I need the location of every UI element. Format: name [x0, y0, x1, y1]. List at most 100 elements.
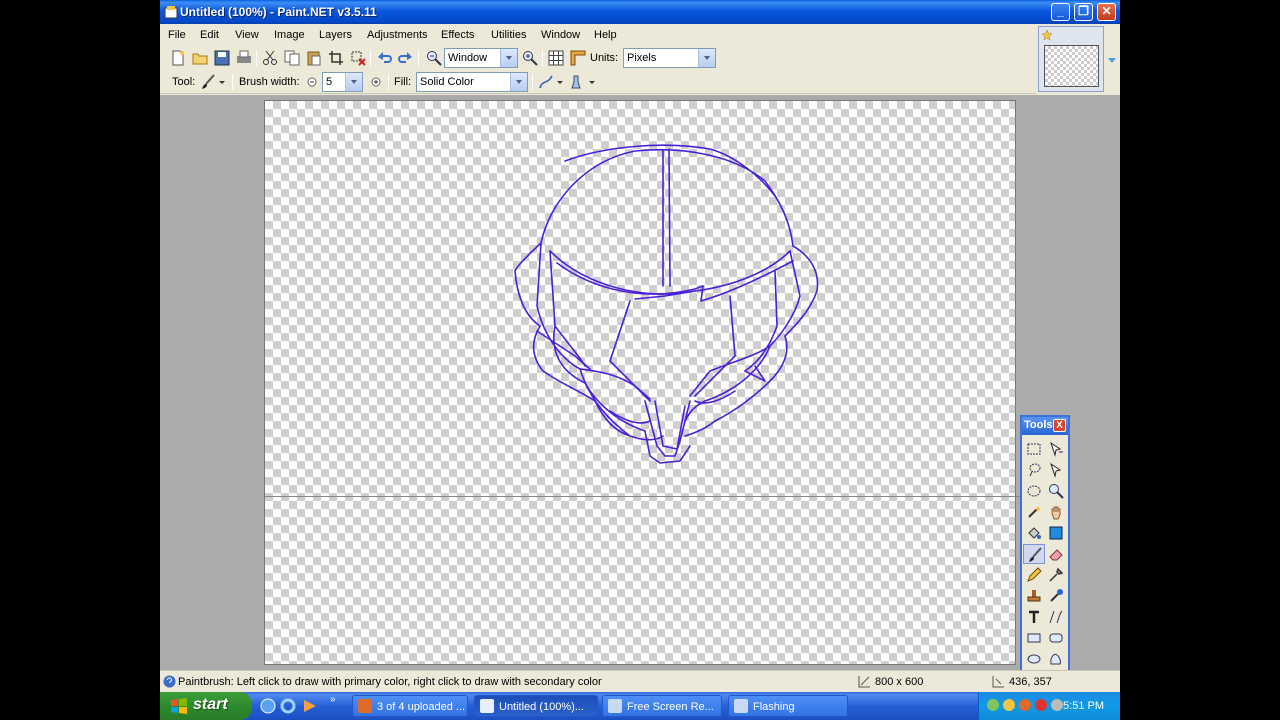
undo-icon[interactable] [376, 50, 392, 66]
paste-icon[interactable] [306, 50, 322, 66]
zoom-out-icon[interactable] [426, 50, 442, 66]
brush-width-label: Brush width: [239, 76, 300, 88]
chevron-down-icon[interactable] [510, 73, 527, 91]
tray-network-icon[interactable] [987, 699, 999, 711]
chevron-down-icon[interactable] [588, 74, 596, 90]
chevron-down-icon[interactable] [218, 74, 226, 90]
menu-help[interactable]: Help [594, 29, 617, 41]
gradient-icon[interactable] [1045, 523, 1067, 543]
menu-file[interactable]: File [168, 29, 186, 41]
task-flashing[interactable]: Flashing [728, 695, 848, 717]
units-label: Units: [590, 52, 619, 64]
pencil-icon[interactable] [1023, 565, 1045, 585]
chevron-down-icon[interactable] [556, 74, 564, 90]
copy-icon[interactable] [284, 50, 300, 66]
color-picker-icon[interactable] [1045, 565, 1067, 585]
menu-adjustments[interactable]: Adjustments [367, 29, 428, 41]
toolbar-separator [370, 50, 371, 66]
quicklaunch-media-icon[interactable] [302, 698, 318, 714]
grid-icon[interactable] [548, 50, 564, 66]
brush-width-dropdown[interactable]: 5 [322, 72, 363, 92]
lasso-select-icon[interactable] [1023, 460, 1045, 480]
help-icon [163, 675, 176, 688]
menu-edit[interactable]: Edit [200, 29, 219, 41]
image-thumbnail-tab[interactable] [1038, 26, 1104, 92]
restore-button[interactable]: ❐ [1074, 3, 1093, 21]
menu-image[interactable]: Image [274, 29, 305, 41]
thumbnail-preview [1044, 45, 1099, 87]
paintbrush-tool-icon[interactable] [1023, 544, 1045, 564]
task-upload[interactable]: 3 of 4 uploaded ... [352, 695, 468, 717]
recolor-icon[interactable] [1045, 586, 1067, 606]
line-curve-icon[interactable] [1045, 607, 1067, 627]
helmet-sketch [514, 144, 819, 464]
clock: 5:51 PM [1063, 700, 1104, 712]
paintbrush-icon[interactable] [200, 74, 216, 90]
blend-mode-icon[interactable] [568, 74, 584, 90]
zoom-icon[interactable] [1045, 481, 1067, 501]
close-button[interactable]: ✕ [1097, 3, 1116, 21]
tray-update-icon[interactable] [1019, 699, 1031, 711]
canvas-workspace [160, 95, 1120, 670]
menu-utilities[interactable]: Utilities [491, 29, 526, 41]
rectangle-select-icon[interactable] [1023, 439, 1045, 459]
chevron-down-icon[interactable] [1107, 55, 1117, 65]
clone-stamp-icon[interactable] [1023, 586, 1045, 606]
new-icon[interactable] [170, 50, 186, 66]
deselect-icon[interactable] [350, 50, 366, 66]
task-paintnet[interactable]: Untitled (100%)... [474, 695, 598, 717]
ellipse-icon[interactable] [1023, 649, 1045, 669]
chevron-down-icon[interactable] [345, 73, 362, 91]
task-label: Untitled (100%)... [499, 701, 584, 713]
units-dropdown[interactable]: Pixels [623, 48, 716, 68]
freeform-shape-icon[interactable] [1045, 649, 1067, 669]
menu-window[interactable]: Window [541, 29, 580, 41]
zoom-dropdown[interactable]: Window [444, 48, 518, 68]
tools-window-titlebar[interactable]: Tools X [1022, 417, 1068, 435]
ruler-icon[interactable] [570, 50, 586, 66]
tools-window-title: Tools [1024, 419, 1053, 431]
chevron-down-icon[interactable] [500, 49, 517, 67]
fill-dropdown[interactable]: Solid Color [416, 72, 528, 92]
menu-effects[interactable]: Effects [441, 29, 474, 41]
rounded-rectangle-icon[interactable] [1045, 628, 1067, 648]
quicklaunch-ie-icon[interactable] [280, 698, 296, 714]
print-icon[interactable] [236, 50, 252, 66]
menu-layers[interactable]: Layers [319, 29, 352, 41]
magic-wand-icon[interactable] [1023, 502, 1045, 522]
cut-icon[interactable] [262, 50, 278, 66]
redo-icon[interactable] [398, 50, 414, 66]
pan-icon[interactable] [1045, 502, 1067, 522]
tray-volume-icon[interactable] [1051, 699, 1063, 711]
toolbar-separator [532, 74, 533, 90]
toolbar-separator [542, 50, 543, 66]
menu-view[interactable]: View [235, 29, 259, 41]
close-icon[interactable]: X [1053, 419, 1066, 432]
increase-icon[interactable] [368, 74, 384, 90]
eraser-icon[interactable] [1045, 544, 1067, 564]
quicklaunch-desktop-icon[interactable] [260, 698, 276, 714]
tray-antivirus-icon[interactable] [1035, 699, 1047, 711]
open-icon[interactable] [192, 50, 208, 66]
chevron-down-icon[interactable] [698, 49, 715, 67]
tray-security-icon[interactable] [1003, 699, 1015, 711]
paint-bucket-icon[interactable] [1023, 523, 1045, 543]
move-selection-icon[interactable] [1045, 460, 1067, 480]
crop-icon[interactable] [328, 50, 344, 66]
paintnet-window: Untitled (100%) - Paint.NET v3.5.11 _ ❐ … [160, 0, 1120, 720]
minimize-button[interactable]: _ [1051, 3, 1070, 21]
start-button[interactable]: start [160, 692, 252, 720]
antialiasing-icon[interactable] [538, 74, 554, 90]
title-bar[interactable]: Untitled (100%) - Paint.NET v3.5.11 _ ❐ … [160, 0, 1120, 24]
quicklaunch-expand-icon[interactable]: » [330, 694, 336, 705]
text-tool-icon[interactable] [1023, 607, 1045, 627]
drawing-canvas[interactable] [264, 100, 1023, 665]
zoom-in-icon[interactable] [522, 50, 538, 66]
tools-window[interactable]: Tools X [1020, 415, 1070, 673]
task-screen-recorder[interactable]: Free Screen Re... [602, 695, 722, 717]
save-icon[interactable] [214, 50, 230, 66]
decrease-icon[interactable] [304, 74, 320, 90]
move-selected-icon[interactable] [1045, 439, 1067, 459]
rectangle-icon[interactable] [1023, 628, 1045, 648]
ellipse-select-icon[interactable] [1023, 481, 1045, 501]
